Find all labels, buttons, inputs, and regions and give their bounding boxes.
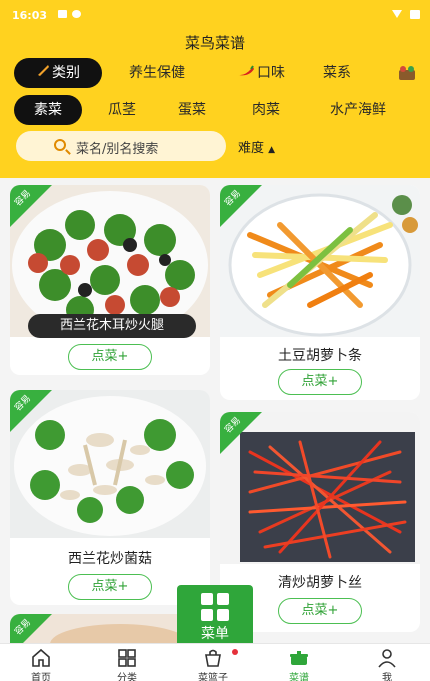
basket-icon (205, 649, 221, 667)
tab-category[interactable]: 类别 (14, 58, 102, 88)
badge-text: 容易 (223, 188, 243, 209)
menu-fab-button[interactable]: 菜单 (177, 585, 253, 647)
notification-dot (232, 649, 238, 655)
add-dish-button[interactable]: 点菜+ (278, 598, 362, 624)
battery-icon (410, 10, 420, 19)
recipe-photo: 容易 (220, 185, 420, 337)
difficulty-badge: 容易 (220, 412, 262, 454)
home-icon (32, 648, 50, 667)
page-title: 菜鸟菜谱 (184, 34, 245, 52)
badge-text: 容易 (223, 415, 243, 436)
difficulty-badge: 容易 (10, 185, 52, 227)
search-placeholder: 菜名/别名搜索 (76, 142, 159, 157)
tab-category-label: 类别 (52, 65, 80, 81)
p-notification-icon (72, 10, 81, 18)
nav-home[interactable]: 首页 (6, 644, 76, 681)
badge-text: 容易 (13, 188, 33, 209)
category-icon (118, 649, 136, 667)
difficulty-filter[interactable]: 难度 ▲ (238, 137, 275, 156)
subtab-seafood[interactable]: 水产海鲜 (316, 95, 400, 125)
recipe-card[interactable]: 容易 西兰花木耳炒火腿 点菜+ (10, 185, 210, 375)
badge-text: 容易 (13, 617, 33, 638)
recipe-name: 西兰花炒菌菇 (68, 551, 152, 567)
nav-basket[interactable]: 菜篮子 (178, 644, 248, 681)
subtab-egg[interactable]: 蛋菜 (162, 95, 222, 125)
subtab-gourd[interactable]: 瓜茎 (92, 95, 152, 125)
status-bar: 16:03 (0, 0, 430, 28)
difficulty-badge: 容易 (10, 390, 52, 432)
difficulty-label: 难度 (238, 141, 265, 156)
header: 16:03 菜鸟菜谱 类别 养生保健 口味 菜系 素菜 瓜茎 蛋菜 肉菜 水产海… (0, 0, 430, 178)
sort-updown-icon: ▲ (268, 145, 276, 155)
gallery-notification-icon (58, 10, 67, 18)
sub-tabs: 素菜 瓜茎 蛋菜 肉菜 水产海鲜 (0, 95, 430, 125)
difficulty-badge: 容易 (220, 185, 262, 227)
add-dish-button[interactable]: 点菜+ (68, 344, 152, 370)
nav-category-label: 分类 (117, 673, 137, 681)
status-time: 16:03 (12, 9, 48, 22)
search-icon (54, 139, 66, 151)
nav-category[interactable]: 分类 (92, 644, 162, 681)
user-icon (378, 649, 396, 668)
wifi-icon (392, 10, 402, 18)
knife-icon (36, 58, 50, 88)
chili-icon (237, 58, 255, 88)
menu-grid-icon (201, 593, 229, 621)
nav-basket-label: 菜篮子 (198, 673, 228, 681)
tab-taste[interactable]: 口味 (226, 58, 296, 88)
recipe-pot-icon (290, 651, 308, 665)
menu-fab-label: 菜单 (201, 626, 229, 642)
add-dish-button[interactable]: 点菜+ (278, 369, 362, 395)
badge-text: 容易 (13, 393, 33, 414)
tab-health[interactable]: 养生保健 (112, 58, 202, 88)
more-categories-icon[interactable] (392, 58, 422, 88)
recipe-card[interactable]: 容易 土豆胡萝卜条 点菜+ (220, 185, 420, 400)
tab-cuisine[interactable]: 菜系 (312, 58, 362, 88)
recipe-name: 土豆胡萝卜条 (278, 348, 362, 364)
search-input[interactable]: 菜名/别名搜索 (16, 131, 226, 161)
nav-me-label: 我 (382, 673, 392, 681)
recipe-photo: 容易 (10, 390, 210, 538)
nav-recipes[interactable]: 菜谱 (264, 644, 334, 681)
nav-recipes-label: 菜谱 (289, 673, 309, 681)
subtab-vegetarian[interactable]: 素菜 (14, 95, 82, 125)
nav-me[interactable]: 我 (352, 644, 422, 681)
bottom-nav: 首页 分类 菜篮子 菜谱 我 (0, 643, 430, 681)
nav-home-label: 首页 (31, 673, 51, 681)
recipe-photo: 容易 (220, 412, 420, 564)
recipe-name: 西兰花木耳炒火腿 (28, 314, 196, 338)
recipe-card[interactable]: 容易 西兰花炒菌菇 点菜+ (10, 390, 210, 605)
tab-taste-label: 口味 (257, 65, 285, 81)
category-tabs: 类别 养生保健 口味 菜系 (0, 58, 430, 88)
add-dish-button[interactable]: 点菜+ (68, 574, 152, 600)
subtab-meat[interactable]: 肉菜 (236, 95, 296, 125)
